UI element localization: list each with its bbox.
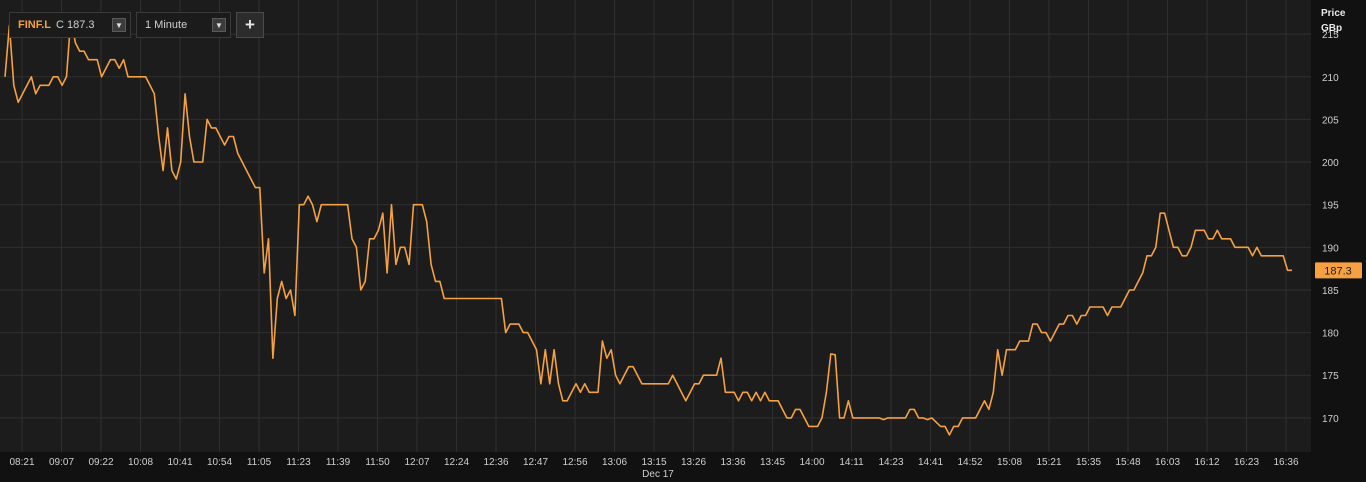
x-tick-label: 12:07 xyxy=(404,457,429,468)
x-tick-label: 14:52 xyxy=(957,457,982,468)
last-price-tag: 187.3 xyxy=(1315,262,1362,279)
x-tick-label: 12:56 xyxy=(562,457,587,468)
x-tick-label: 10:41 xyxy=(167,457,192,468)
x-tick-label: 15:21 xyxy=(1036,457,1061,468)
close-price-label: C 187.3 xyxy=(56,19,95,31)
interval-label: 1 Minute xyxy=(145,19,188,31)
x-tick-label: 11:23 xyxy=(286,457,311,468)
x-tick-label: 08:21 xyxy=(9,457,34,468)
interval-dropdown-caret-icon[interactable]: ▼ xyxy=(212,18,226,32)
x-tick-label: 16:12 xyxy=(1194,457,1219,468)
y-tick-label: 170 xyxy=(1322,414,1339,425)
x-tick-label: 15:08 xyxy=(997,457,1022,468)
y-tick-label: 185 xyxy=(1322,286,1339,297)
x-tick-label: 14:23 xyxy=(878,457,903,468)
y-tick-label: 205 xyxy=(1322,115,1339,126)
x-tick-label: 09:22 xyxy=(88,457,113,468)
x-tick-label: 15:48 xyxy=(1115,457,1140,468)
interval-selector[interactable]: 1 Minute ▼ xyxy=(136,12,231,38)
x-tick-label: 13:06 xyxy=(602,457,627,468)
x-tick-label: 13:15 xyxy=(641,457,666,468)
x-tick-label: 15:35 xyxy=(1076,457,1101,468)
y-tick-label: 180 xyxy=(1322,329,1339,340)
chart-toolbar: FINF.L C 187.3 ▼ 1 Minute ▼ + xyxy=(9,12,264,38)
x-tick-label: 11:05 xyxy=(247,457,272,468)
x-tick-label: 16:03 xyxy=(1155,457,1180,468)
x-tick-label: 11:39 xyxy=(326,457,351,468)
last-price-tag-text: 187.3 xyxy=(1324,265,1352,277)
symbol-dropdown-caret-icon[interactable]: ▼ xyxy=(112,18,126,32)
x-tick-label: 12:47 xyxy=(523,457,548,468)
y-tick-label: 175 xyxy=(1322,371,1339,382)
y-tick-label: 190 xyxy=(1322,243,1339,254)
x-tick-label: 13:45 xyxy=(760,457,785,468)
x-tick-label: 12:24 xyxy=(444,457,469,468)
x-tick-label: 16:23 xyxy=(1234,457,1259,468)
add-study-button[interactable]: + xyxy=(236,12,264,38)
y-tick-label: 210 xyxy=(1322,73,1339,84)
y-axis-title: Price xyxy=(1321,8,1346,19)
y-tick-label: 195 xyxy=(1322,201,1339,212)
date-label: Dec 17 xyxy=(642,469,674,480)
x-tick-label: 13:36 xyxy=(720,457,745,468)
symbol-selector[interactable]: FINF.L C 187.3 ▼ xyxy=(9,12,131,38)
x-tick-label: 12:36 xyxy=(483,457,508,468)
y-tick-label: 200 xyxy=(1322,158,1339,169)
symbol-name: FINF.L xyxy=(18,19,51,31)
x-tick-label: 11:50 xyxy=(365,457,390,468)
x-tick-label: 10:54 xyxy=(207,457,232,468)
y-axis-unit: GBp xyxy=(1321,23,1342,34)
x-tick-label: 16:36 xyxy=(1273,457,1298,468)
x-tick-label: 13:26 xyxy=(681,457,706,468)
x-tick-label: 14:11 xyxy=(839,457,864,468)
x-tick-label: 09:07 xyxy=(49,457,74,468)
x-tick-label: 14:41 xyxy=(918,457,943,468)
x-tick-label: 14:00 xyxy=(799,457,824,468)
x-tick-label: 10:08 xyxy=(128,457,153,468)
price-chart: 170175180185190195200205210215 08:21 09:0… xyxy=(0,0,1366,482)
